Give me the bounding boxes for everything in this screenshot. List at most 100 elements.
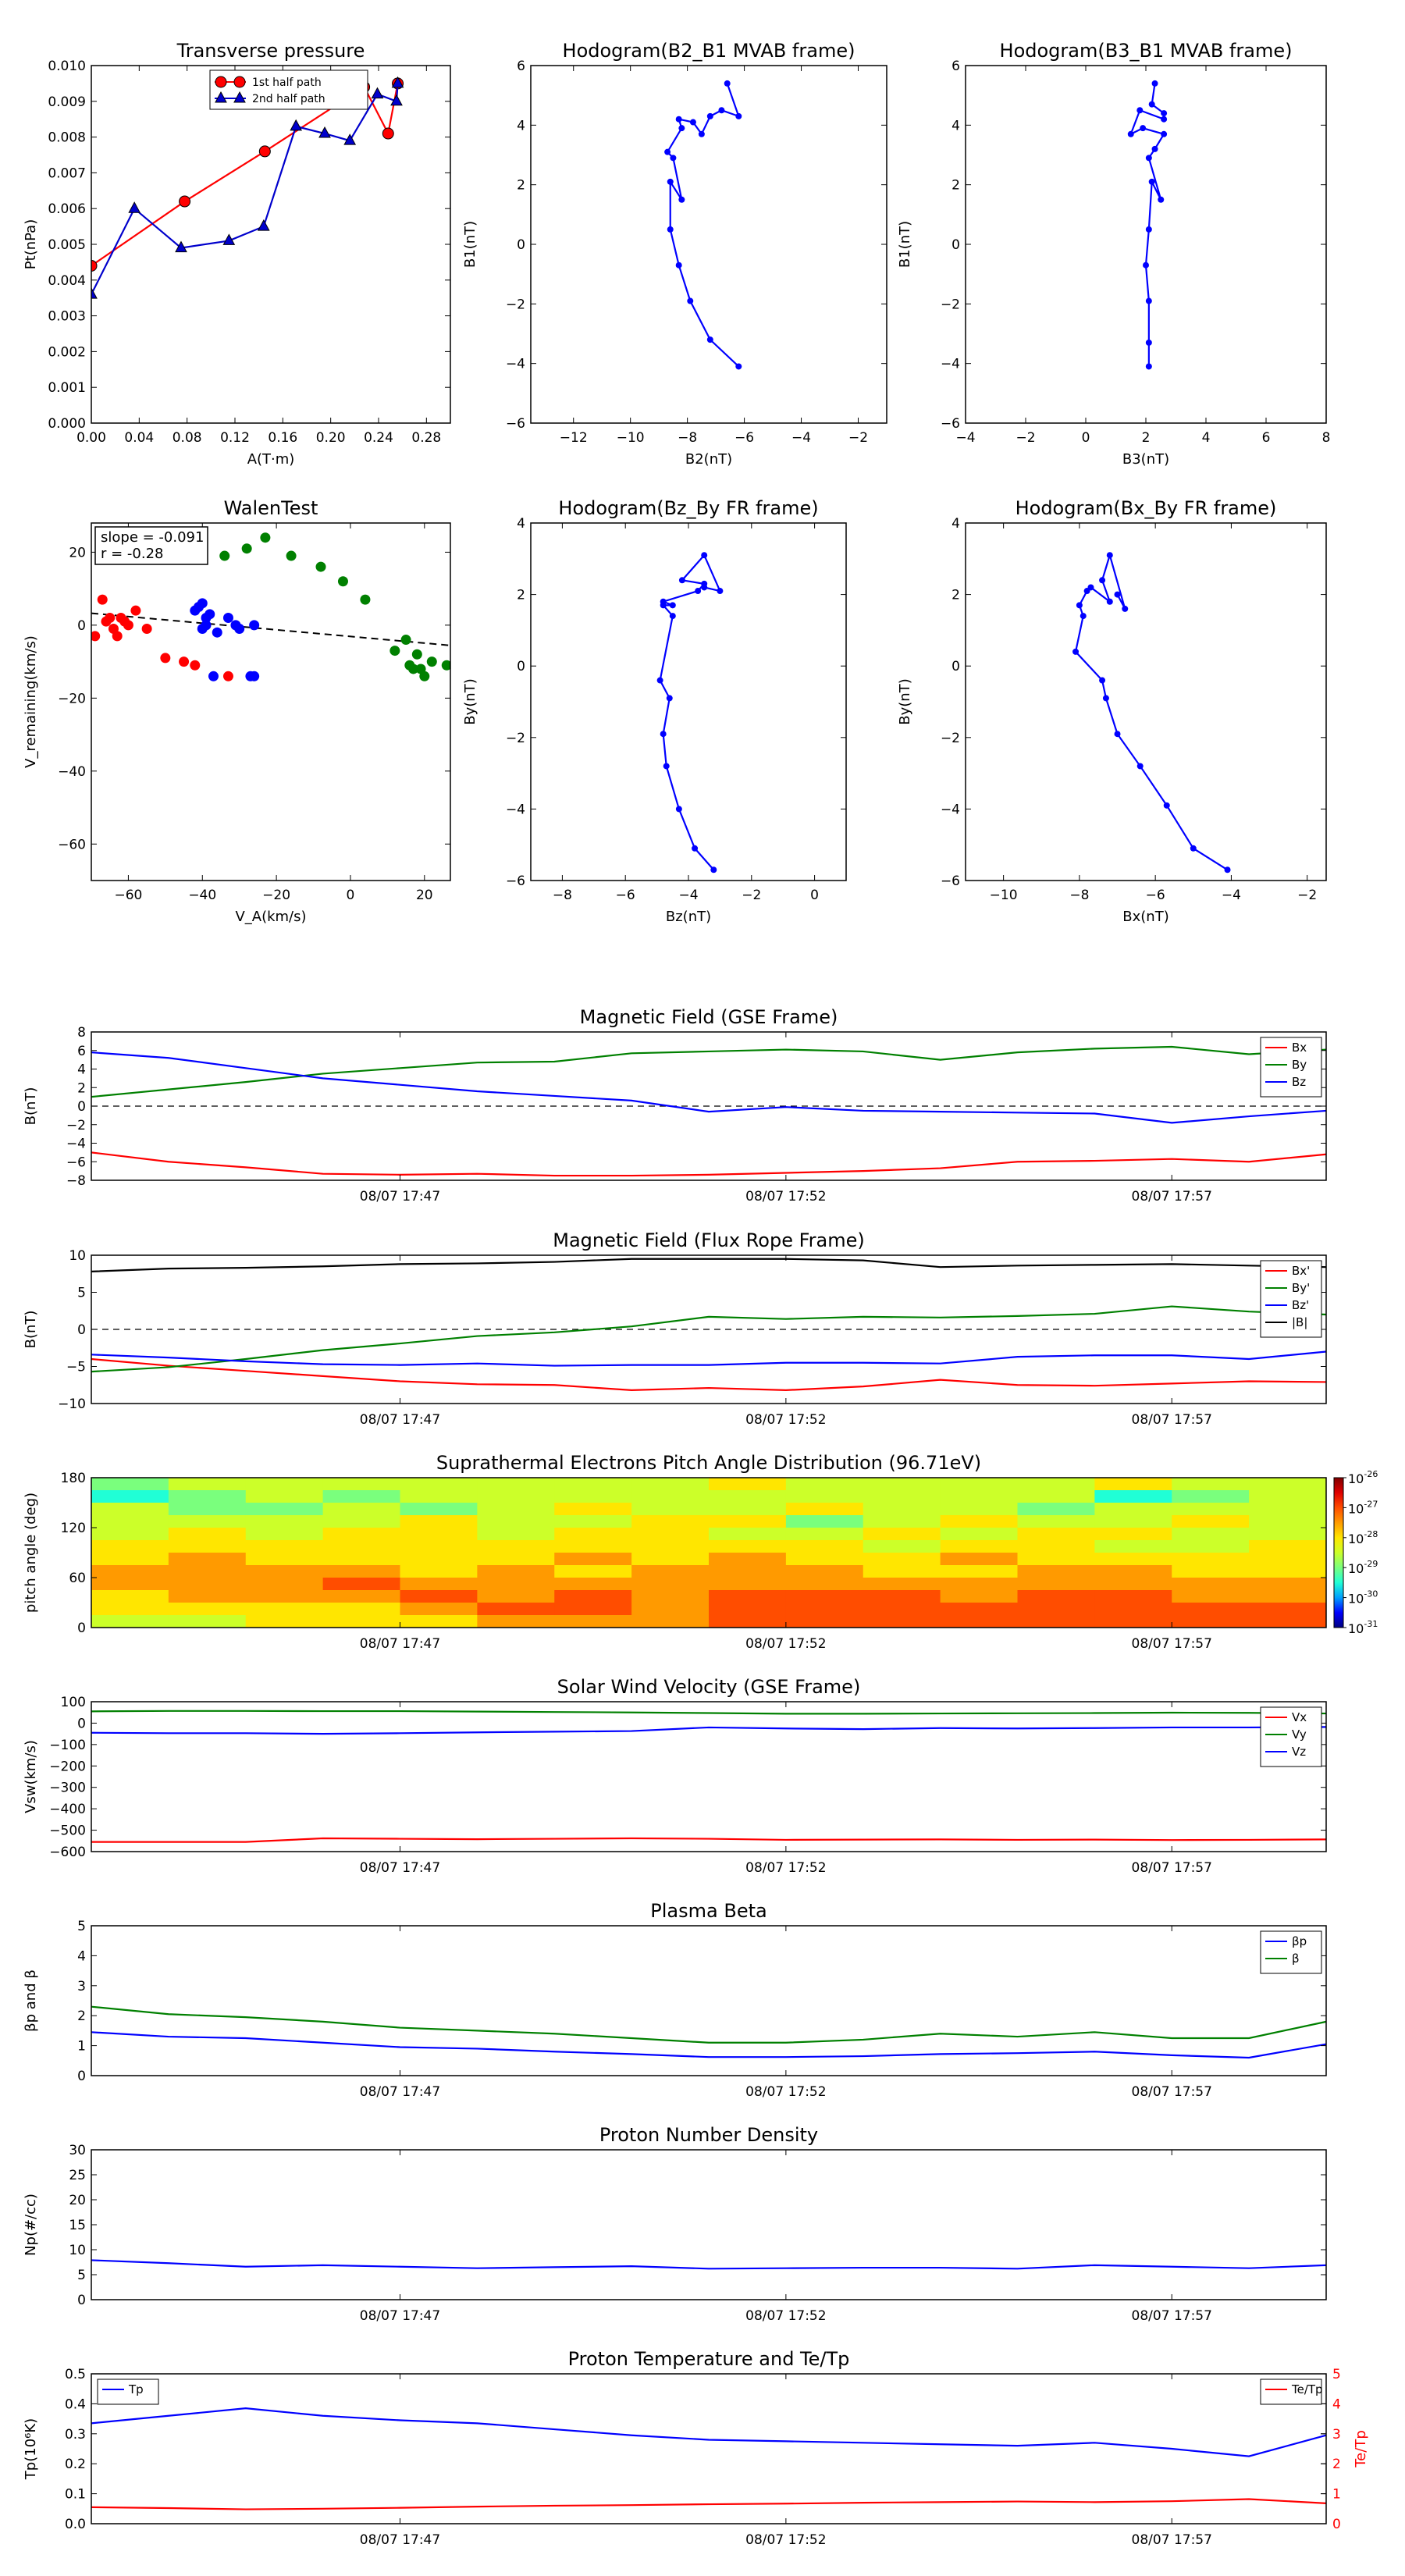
y-tick-label: −20 <box>58 691 86 706</box>
heatmap-cell <box>940 1603 1018 1616</box>
y-axis-label: B(nT) <box>23 1087 39 1126</box>
heatmap-cell <box>1017 1503 1095 1516</box>
y2-tick-label: 3 <box>1332 2427 1341 2443</box>
heatmap-cell <box>1249 1565 1327 1578</box>
y-tick-label: 4 <box>951 516 960 532</box>
y-tick-label: 0.5 <box>65 2367 86 2382</box>
heatmap-cell <box>245 1603 324 1616</box>
y-tick-label: 0 <box>951 237 960 253</box>
x-tick-label: −4 <box>791 430 811 446</box>
data-point <box>1158 196 1165 203</box>
data-point <box>1114 591 1121 598</box>
heatmap-cell <box>940 1540 1018 1553</box>
x-tick-label: 0.20 <box>316 430 346 446</box>
y-tick-label: 2 <box>517 178 525 194</box>
y-tick-label: −2 <box>941 297 960 312</box>
y-axis-label: B(nT) <box>23 1311 39 1349</box>
y-axis-label: By(nT) <box>897 678 913 724</box>
data-point <box>675 806 682 813</box>
heatmap-cell <box>863 1503 941 1516</box>
colorbar-label: 10-26 <box>1348 1469 1378 1486</box>
y-tick-label: 0.009 <box>48 94 86 110</box>
heatmap-cell <box>785 1590 864 1603</box>
heatmap-cell <box>554 1553 632 1566</box>
data-point <box>260 532 271 543</box>
heatmap-cell <box>554 1528 632 1541</box>
heatmap-cell <box>322 1515 400 1528</box>
data-point <box>258 145 271 158</box>
heatmap-cell <box>1249 1503 1327 1516</box>
heatmap-cell <box>322 1503 400 1516</box>
data-point <box>1145 297 1152 304</box>
heatmap-cell <box>91 1503 169 1516</box>
data-point <box>411 649 422 660</box>
y-tick-label: −60 <box>58 837 86 852</box>
x-tick-label: 08/07 17:52 <box>745 1636 826 1652</box>
data-point <box>667 226 674 233</box>
y2-tick-label: 4 <box>1332 2396 1341 2412</box>
data-point <box>419 671 430 681</box>
heatmap-cell <box>631 1590 710 1603</box>
heatmap-cell <box>1017 1590 1095 1603</box>
x-tick-label: 08/07 17:52 <box>745 2308 826 2324</box>
heatmap-cell <box>1172 1540 1250 1553</box>
axes-frame <box>91 65 451 424</box>
y-tick-label: 0.0 <box>65 2517 86 2532</box>
data-point <box>1106 598 1113 605</box>
series-line <box>91 2498 1327 2510</box>
legend-label: Vz <box>1292 1745 1306 1759</box>
heatmap-cell <box>168 1603 247 1616</box>
heatmap-cell <box>477 1515 555 1528</box>
y-tick-label: −6 <box>941 873 960 889</box>
data-point <box>190 660 201 671</box>
data-point <box>666 695 673 702</box>
y-tick-label: 0.1 <box>65 2487 86 2503</box>
data-point <box>1080 613 1087 620</box>
heatmap-cell <box>400 1490 478 1503</box>
data-point <box>717 588 724 595</box>
legend-box <box>1260 1706 1322 1767</box>
heatmap-cell <box>1094 1540 1172 1553</box>
chart-vsw: Solar Wind Velocity (GSE Frame) −600 −500 −… <box>23 1676 1327 1876</box>
x-tick-label: −8 <box>553 888 572 903</box>
heatmap-cell <box>1249 1590 1327 1603</box>
y-tick-label: 2 <box>951 588 960 603</box>
heatmap-cell <box>91 1490 169 1503</box>
data-point <box>197 624 208 635</box>
data-point <box>1161 130 1168 137</box>
y-tick-label: 0.000 <box>48 416 86 432</box>
y-tick-label: 5 <box>77 1919 86 1934</box>
data-point <box>1127 130 1134 137</box>
heatmap-cell <box>91 1515 169 1528</box>
heatmap-cell <box>91 1615 169 1628</box>
colorbar-label: 10-31 <box>1348 1619 1378 1636</box>
heatmap-cell <box>1172 1528 1250 1541</box>
chart-hodo2: Hodogram(B3_B1 MVAB frame)−6−4−20246−4 −2… <box>897 40 1330 468</box>
heatmap-cell <box>554 1603 632 1616</box>
chart-title: Hodogram(B3_B1 MVAB frame) <box>1000 40 1293 62</box>
heatmap-cell <box>400 1528 478 1541</box>
x-axis-label: Bz(nT) <box>666 909 711 925</box>
chart-title: Suprathermal Electrons Pitch Angle Distr… <box>436 1452 981 1474</box>
data-point <box>1143 262 1149 269</box>
x-tick-label: −40 <box>188 888 216 903</box>
x-tick-label: 08/07 17:52 <box>745 1412 826 1428</box>
data-point <box>1087 584 1094 591</box>
x-tick-label: 08/07 17:57 <box>1132 2532 1212 2548</box>
x-tick-label: −6 <box>735 430 754 446</box>
heatmap-cell <box>168 1490 247 1503</box>
data-point <box>190 605 201 616</box>
colorbar-label: 10-30 <box>1348 1589 1378 1606</box>
series-line <box>1129 83 1165 367</box>
y-tick-label: 0 <box>77 1621 86 1636</box>
heatmap-cell <box>477 1503 555 1516</box>
data-point <box>687 297 694 304</box>
data-point <box>371 87 384 99</box>
x-tick-label: 08/07 17:52 <box>745 2084 826 2100</box>
y-axis-label: Np(#/cc) <box>23 2194 39 2256</box>
plot-area <box>1072 552 1231 873</box>
data-point <box>286 550 297 561</box>
data-point <box>1224 866 1231 873</box>
heatmap-cell <box>477 1603 555 1616</box>
heatmap-cell <box>168 1590 247 1603</box>
